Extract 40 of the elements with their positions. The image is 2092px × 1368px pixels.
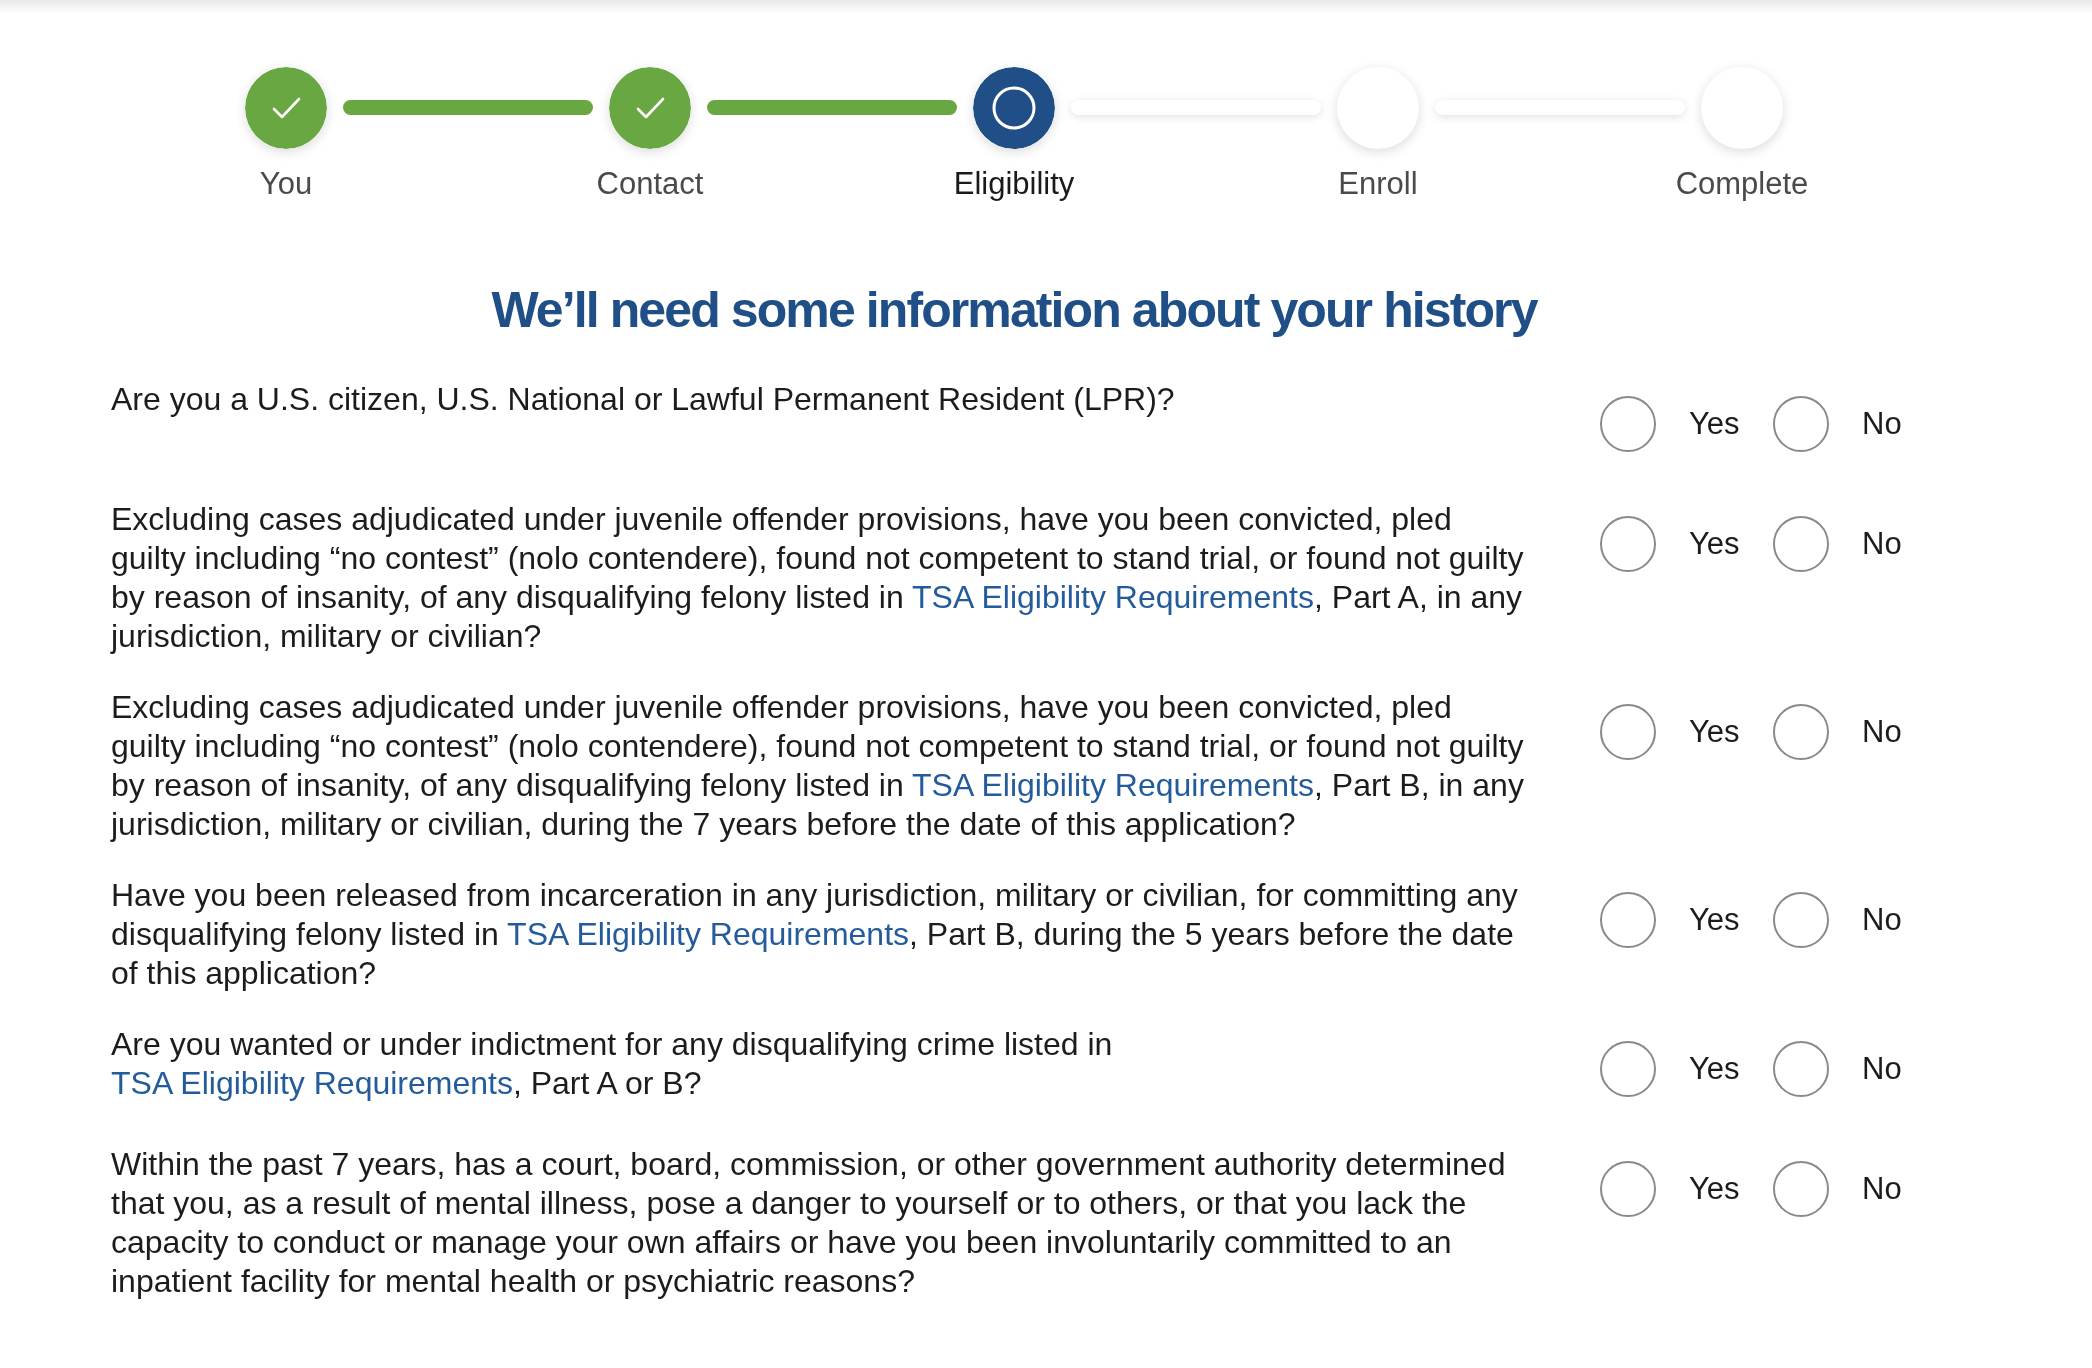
option-label[interactable]: No [1862, 902, 1914, 938]
radio-button[interactable] [1773, 892, 1829, 948]
requirements-link[interactable]: TSA Eligibility Requirements [912, 767, 1314, 803]
step-label: You [259, 166, 313, 202]
option-label[interactable]: Yes [1689, 902, 1741, 938]
radio-button[interactable] [1773, 1161, 1829, 1217]
option-label[interactable]: No [1862, 406, 1914, 442]
question-text: Excluding cases adjudicated under juvenile offender provisions, have you been convicted, pled guilty including “no contest” (nolo contendere), found not competent to stand trial, or found not guilty by reason of insanity, of any disqualifying felony listed in TSA Eligibility Requirements, Part A, in any jurisdiction, military or civilian? [111, 500, 1525, 656]
radio-button[interactable] [1600, 516, 1656, 572]
radio-button[interactable] [1600, 1041, 1656, 1097]
radio-button[interactable] [1600, 1161, 1656, 1217]
radio-button[interactable] [1773, 704, 1829, 760]
requirements-link[interactable]: TSA Eligibility Requirements [912, 579, 1314, 615]
option-label[interactable]: Yes [1689, 406, 1741, 442]
page-heading: We’ll need some information about your history [490, 281, 1539, 340]
radio-button[interactable] [1600, 892, 1656, 948]
option-label[interactable]: Yes [1689, 1051, 1741, 1087]
question-text: Within the past 7 years, has a court, board, commission, or other government authority determined that you, as a result of mental illness, pose a danger to yourself or to others, or that you lack the capacity to conduct or manage your own affairs or have you been involuntarily committed to an inpatient facility for mental health or psychiatric reasons? [111, 1145, 1507, 1301]
step-label: Eligibility [953, 166, 1075, 202]
question-text: Have you been released from incarceration in any jurisdiction, military or civilian, for committing any disqualifying felony listed in TSA Eligibility Requirements, Part B, during the 5 years before the date of this application? [111, 876, 1519, 993]
option-label[interactable]: Yes [1689, 1171, 1741, 1207]
question-text: Are you a U.S. citizen, U.S. National or Lawful Permanent Resident (LPR)? [111, 380, 1176, 419]
option-label[interactable]: No [1862, 526, 1914, 562]
option-label[interactable]: No [1862, 1051, 1914, 1087]
question-text: Excluding cases adjudicated under juvenile offender provisions, have you been convicted, pled guilty including “no contest” (nolo contendere), found not competent to stand trial, or found not guilty by reason of insanity, of any disqualifying felony listed in TSA Eligibility Requirements, Part B, in any jurisdiction, military or civilian, during the 7 years before the date of this application? [111, 688, 1525, 844]
step-label: Complete [1675, 166, 1809, 202]
radio-button[interactable] [1773, 1041, 1829, 1097]
radio-button[interactable] [1773, 516, 1829, 572]
requirements-link[interactable]: TSA Eligibility Requirements [507, 916, 910, 952]
radio-button[interactable] [1600, 704, 1656, 760]
question-text: Are you wanted or under indictment for any disqualifying crime listed in TSA Eligibility Requirements, Part A or B? [111, 1025, 1114, 1103]
requirements-link[interactable]: TSA Eligibility Requirements [111, 1065, 513, 1101]
step-label: Enroll [1338, 166, 1418, 202]
option-label[interactable]: Yes [1689, 714, 1741, 750]
option-label[interactable]: Yes [1689, 526, 1741, 562]
step-label: Contact [596, 166, 704, 202]
radio-button[interactable] [1773, 396, 1829, 452]
option-label[interactable]: No [1862, 714, 1914, 750]
option-label[interactable]: No [1862, 1171, 1914, 1207]
radio-button[interactable] [1600, 396, 1656, 452]
